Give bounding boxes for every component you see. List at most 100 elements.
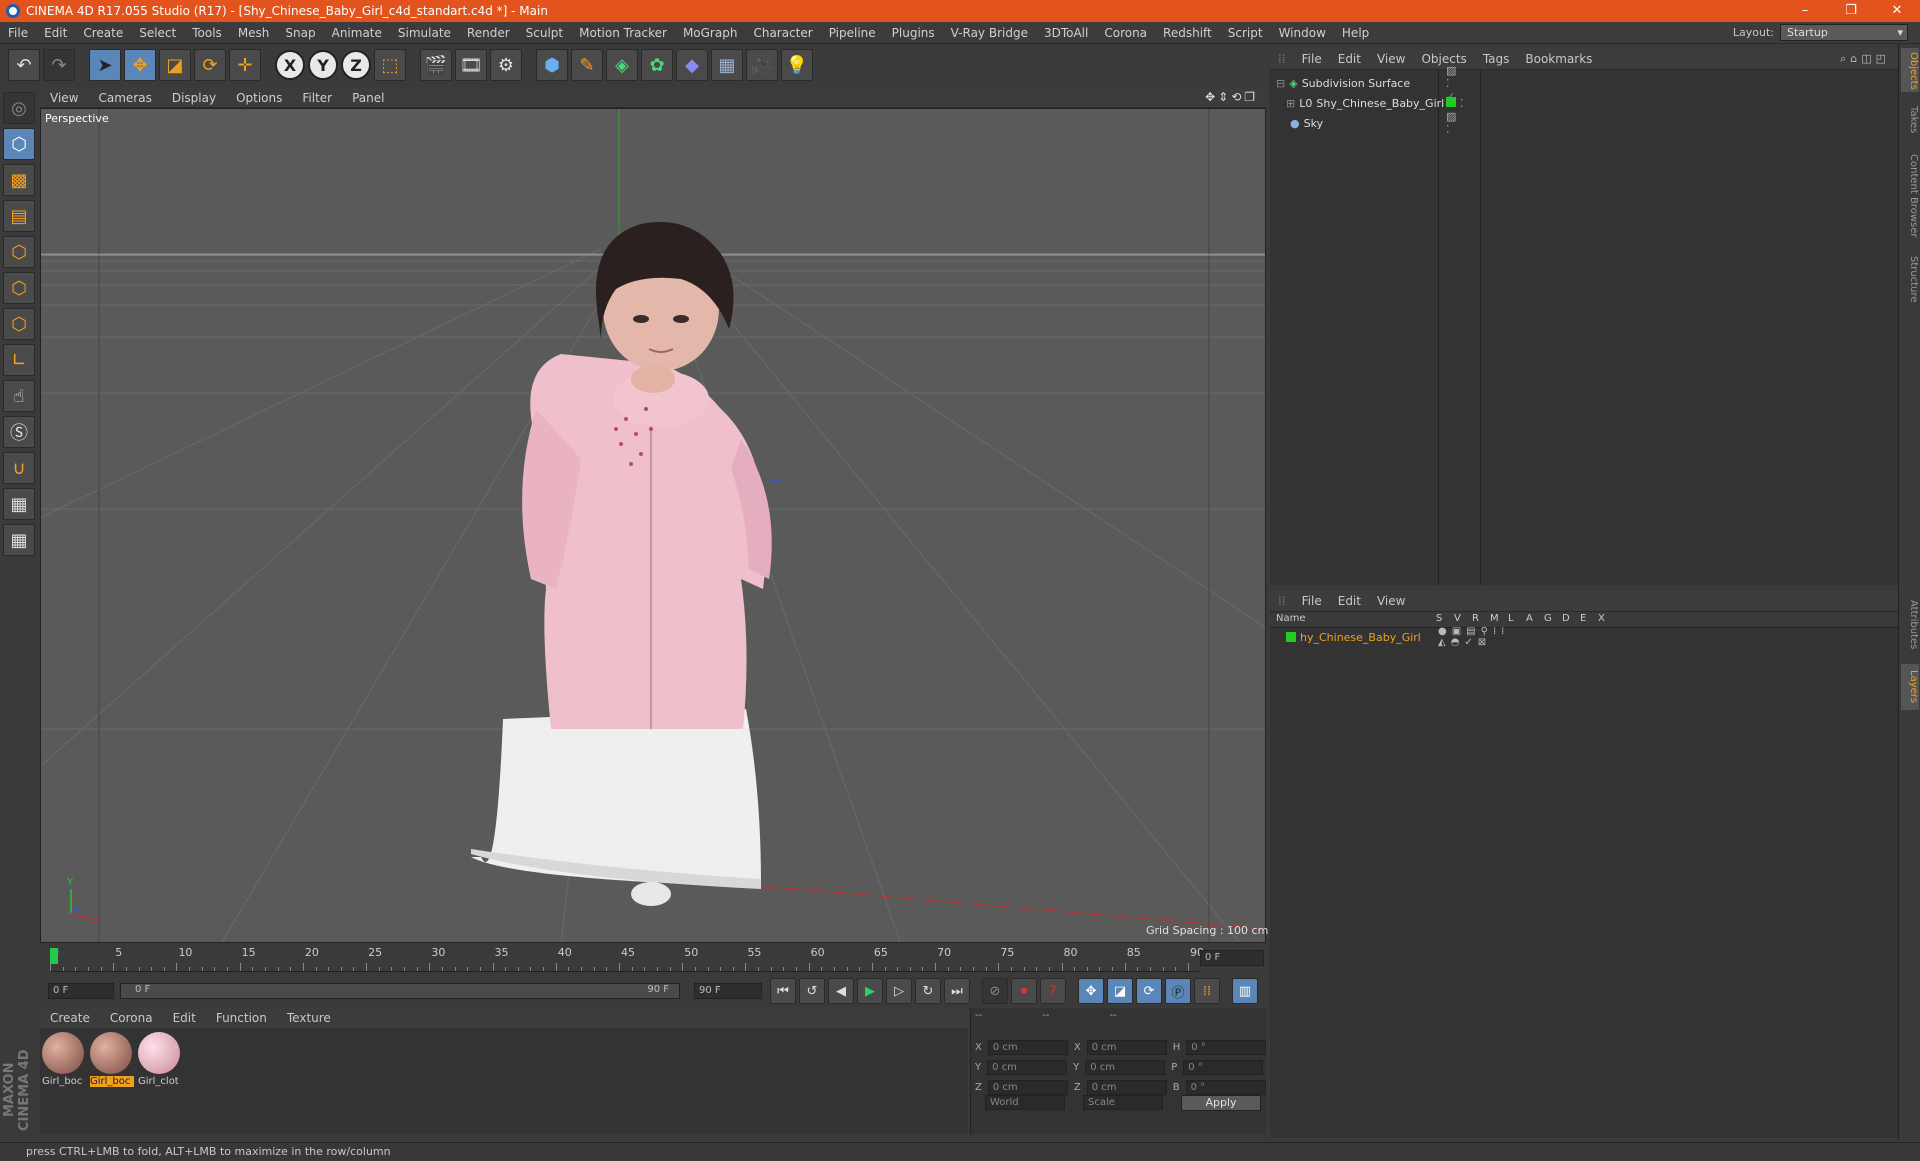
viewport-menu-panel[interactable]: Panel — [342, 91, 394, 105]
menu-character[interactable]: Character — [745, 26, 820, 40]
redo-icon[interactable]: ↷ — [43, 49, 75, 81]
column-l[interactable]: L — [1508, 613, 1514, 624]
viewport-menu-display[interactable]: Display — [162, 91, 226, 105]
layer-color-swatch[interactable] — [1286, 632, 1296, 642]
pen-spline-icon[interactable]: ✎ — [571, 49, 603, 81]
tab-structure[interactable]: Structure — [1901, 250, 1919, 308]
key-rotation-icon[interactable]: ⟳ — [1136, 978, 1162, 1004]
menu-window[interactable]: Window — [1271, 26, 1334, 40]
mograph-cloner-icon[interactable]: ✿ — [641, 49, 673, 81]
material-swatch[interactable]: Girl_boc — [42, 1032, 86, 1087]
previous-key-icon[interactable]: ↺ — [799, 978, 825, 1004]
grid-snap-icon[interactable]: ▦ — [3, 524, 35, 556]
current-frame-field[interactable]: 0 F — [1200, 950, 1264, 966]
rotation-b-field[interactable]: 0 ° — [1185, 1080, 1266, 1095]
om-menu-file[interactable]: File — [1294, 52, 1330, 66]
om-search-home-icons[interactable]: ⌕⌂◫◰ — [1840, 52, 1890, 66]
column-name[interactable]: Name — [1276, 613, 1306, 624]
column-v[interactable]: V — [1454, 613, 1461, 624]
menu-3dtoall[interactable]: 3DToAll — [1036, 26, 1096, 40]
column-m[interactable]: M — [1490, 613, 1499, 624]
render-settings-icon[interactable]: ⚙ — [490, 49, 522, 81]
render-view-icon[interactable]: 🎬 — [420, 49, 452, 81]
rotate-icon[interactable]: ⟳ — [194, 49, 226, 81]
lm-menu-view[interactable]: View — [1369, 594, 1413, 608]
menu-select[interactable]: Select — [131, 26, 184, 40]
transform-icon[interactable]: ✛ — [229, 49, 261, 81]
om-menu-view[interactable]: View — [1369, 52, 1413, 66]
size-x-field[interactable]: 0 cm — [1086, 1040, 1167, 1055]
shy-chinese-baby-girl-model[interactable] — [471, 222, 772, 906]
column-a[interactable]: A — [1526, 613, 1533, 624]
expand-toggle-icon[interactable]: ⊞ — [1286, 97, 1295, 110]
menu-script[interactable]: Script — [1220, 26, 1271, 40]
go-to-end-icon[interactable]: ⏭ — [944, 978, 970, 1004]
menu-create[interactable]: Create — [75, 26, 131, 40]
material-menu-create[interactable]: Create — [40, 1011, 100, 1025]
menu-vray-bridge[interactable]: V-Ray Bridge — [943, 26, 1036, 40]
material-menu-function[interactable]: Function — [206, 1011, 277, 1025]
layer-row[interactable]: hy_Chinese_Baby_Girl ●▣▤⚲⁞⁞◭◓✓⊠ — [1286, 626, 1504, 648]
key-position-icon[interactable]: ✥ — [1078, 978, 1104, 1004]
make-editable-icon[interactable]: ◎ — [3, 92, 35, 124]
object-row-subdivision-surface[interactable]: ⊟ ◈ Subdivision Surface ▨ ⁚ ✓ — [1276, 64, 1456, 103]
menu-redshift[interactable]: Redshift — [1155, 26, 1220, 40]
keyframe-selection-icon[interactable]: ? — [1040, 978, 1066, 1004]
position-x-field[interactable]: 0 cm — [987, 1040, 1068, 1055]
snap-icon[interactable]: Ⓢ — [3, 416, 35, 448]
material-menu-texture[interactable]: Texture — [277, 1011, 341, 1025]
tab-layers[interactable]: Layers — [1901, 664, 1919, 710]
cube-primitive-icon[interactable]: ⬢ — [536, 49, 568, 81]
size-z-field[interactable]: 0 cm — [1086, 1080, 1167, 1095]
restore-button[interactable]: ❐ — [1828, 0, 1874, 22]
magnet-icon[interactable]: ∪ — [3, 452, 35, 484]
edges-mode-icon[interactable]: ⬡ — [3, 272, 35, 304]
menu-help[interactable]: Help — [1334, 26, 1377, 40]
render-picture-viewer-icon[interactable]: 🎞 — [455, 49, 487, 81]
previous-frame-icon[interactable]: ◀ — [828, 978, 854, 1004]
viewport-menu-view[interactable]: View — [40, 91, 88, 105]
x-axis-lock-icon[interactable]: X — [275, 50, 305, 80]
go-to-start-icon[interactable]: ⏮ — [770, 978, 796, 1004]
menu-animate[interactable]: Animate — [324, 26, 390, 40]
rotation-h-field[interactable]: 0 ° — [1186, 1040, 1267, 1055]
menu-edit[interactable]: Edit — [36, 26, 75, 40]
material-swatch[interactable]: Girl_clot — [138, 1032, 182, 1087]
material-menu-edit[interactable]: Edit — [163, 1011, 206, 1025]
om-menu-objects[interactable]: Objects — [1413, 52, 1474, 66]
size-y-field[interactable]: 0 cm — [1085, 1060, 1166, 1075]
tab-objects[interactable]: Objects — [1901, 48, 1919, 92]
select-arrow-icon[interactable]: ➤ — [89, 49, 121, 81]
column-e[interactable]: E — [1580, 613, 1586, 624]
workplane-icon[interactable]: ▤ — [3, 200, 35, 232]
menu-snap[interactable]: Snap — [277, 26, 323, 40]
object-row-girl[interactable]: ⊞ L0 Shy_Chinese_Baby_Girl ⁚ — [1286, 94, 1464, 112]
apply-button[interactable]: Apply — [1181, 1095, 1261, 1111]
object-layer-color[interactable]: ⁚ — [1446, 96, 1464, 110]
layer-toggle-icons[interactable]: ●▣▤⚲⁞⁞◭◓✓⊠ — [1438, 626, 1509, 648]
key-parameter-icon[interactable]: Ⓟ — [1165, 978, 1191, 1004]
lm-menu-edit[interactable]: Edit — [1330, 594, 1369, 608]
menu-pipeline[interactable]: Pipeline — [821, 26, 884, 40]
om-menu-bookmarks[interactable]: Bookmarks — [1517, 52, 1600, 66]
floor-scene-icon[interactable]: ▦ — [711, 49, 743, 81]
play-icon[interactable]: ▶ — [857, 978, 883, 1004]
world-dropdown[interactable]: World — [985, 1095, 1065, 1110]
menu-mograph[interactable]: MoGraph — [675, 26, 746, 40]
perspective-viewport[interactable]: Y X — [40, 108, 1266, 943]
polygons-mode-icon[interactable]: ⬡ — [3, 308, 35, 340]
object-row-sky[interactable]: ● Sky ▨ ⁚ — [1276, 110, 1456, 136]
workplane-lock-icon[interactable]: ▦ — [3, 488, 35, 520]
menu-corona[interactable]: Corona — [1096, 26, 1155, 40]
material-swatch[interactable]: Girl_boc — [90, 1032, 134, 1087]
texture-mode-icon[interactable]: ▩ — [3, 164, 35, 196]
autokey-icon[interactable]: ⏺ — [1011, 978, 1037, 1004]
next-frame-icon[interactable]: ▷ — [886, 978, 912, 1004]
tab-takes[interactable]: Takes — [1901, 100, 1919, 140]
tab-attributes[interactable]: Attributes — [1901, 592, 1919, 658]
collapse-toggle-icon[interactable]: ⊟ — [1276, 77, 1285, 90]
viewport-nav-icons[interactable]: ✥⇕⟲❐ — [1205, 90, 1258, 104]
close-button[interactable]: ✕ — [1874, 0, 1920, 22]
subdivision-generator-icon[interactable]: ◈ — [606, 49, 638, 81]
om-menu-tags[interactable]: Tags — [1475, 52, 1518, 66]
